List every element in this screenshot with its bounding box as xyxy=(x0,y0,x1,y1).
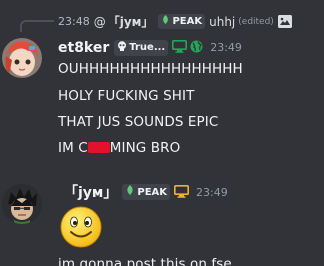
message-line-4-end: MING BRO xyxy=(109,140,181,156)
timestamp-2: 23:49 xyxy=(196,185,228,199)
reply-tag-label: PEAK xyxy=(172,15,203,27)
reply-edited-label: (edited) xyxy=(238,16,274,27)
avatar-jym[interactable] xyxy=(2,184,42,224)
redaction-mark xyxy=(87,142,110,153)
message-header-2: 「jyм」 PEAK 23:49 xyxy=(64,182,228,202)
reply-username[interactable]: 「jyм」 xyxy=(108,13,154,30)
message-header-1: et8ker True... 23:49 xyxy=(58,38,242,57)
role-badge-label-2: PEAK xyxy=(137,186,168,198)
avatar-et8ker[interactable] xyxy=(2,38,42,78)
reply-text[interactable]: uhhj xyxy=(209,15,235,29)
message-line-2: HOLY FUCKING SHIT xyxy=(58,88,195,104)
reply-spine xyxy=(20,20,54,32)
reply-tag-badge[interactable]: PEAK xyxy=(158,14,206,29)
message-line-4: IM C MING BRO xyxy=(58,140,180,156)
timestamp-1: 23:49 xyxy=(210,41,242,54)
role-badge-label-1: True... xyxy=(129,42,166,53)
role-badge-2[interactable]: PEAK xyxy=(122,184,171,200)
role-badge-1[interactable]: True... xyxy=(114,39,169,56)
slightly-smiling-face-emoji[interactable] xyxy=(58,204,104,250)
message-line-4-start: IM C xyxy=(58,140,88,156)
username-jym[interactable]: 「jyм」 xyxy=(64,182,117,202)
message-line-3: THAT JUS SOUNDS EPIC xyxy=(58,114,219,130)
message-line-5: im gonna post this on fse xyxy=(58,256,232,266)
skull-icon xyxy=(117,40,127,55)
reply-time: 23:48 xyxy=(58,15,90,28)
image-icon xyxy=(277,15,292,28)
desktop-icon xyxy=(174,183,190,202)
reply-mention-at: @ xyxy=(93,14,106,29)
reply-preview[interactable]: 23:48 @ 「jyм」 PEAK uhhj (edited) xyxy=(0,8,324,34)
chat-view: 23:48 @ 「jyм」 PEAK uhhj (edited) et8ker … xyxy=(0,0,324,266)
leaf-icon xyxy=(125,185,135,199)
message-line-1: OUHHHHHHHHHHHHHHHH xyxy=(58,61,243,77)
reply-row: 23:48 @ 「jyм」 PEAK uhhj (edited) xyxy=(58,13,292,30)
globe-icon xyxy=(190,38,203,57)
username-et8ker[interactable]: et8ker xyxy=(58,40,109,56)
desktop-icon xyxy=(172,38,188,57)
leaf-icon xyxy=(161,15,170,28)
